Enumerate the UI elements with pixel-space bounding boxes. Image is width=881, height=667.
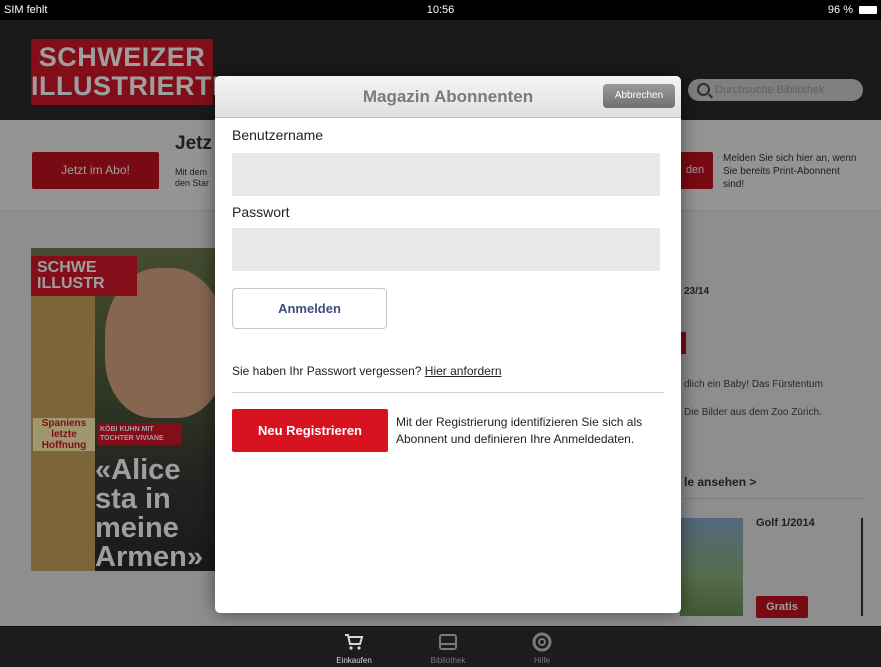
modal-header: Magazin Abonnenten Abbrechen bbox=[215, 76, 681, 118]
battery-percent: 96 % bbox=[827, 4, 853, 16]
clock: 10:56 bbox=[426, 4, 455, 16]
register-button[interactable]: Neu Registrieren bbox=[232, 409, 388, 452]
modal-divider bbox=[232, 392, 664, 393]
login-modal: Magazin Abonnenten Abbrechen Benutzernam… bbox=[215, 76, 681, 613]
forgot-password-text: Sie haben Ihr Passwort vergessen? bbox=[232, 364, 422, 378]
username-field[interactable] bbox=[232, 153, 660, 196]
tab-label: Hilfe bbox=[533, 656, 550, 665]
tab-label: Einkaufen bbox=[336, 656, 372, 665]
password-field[interactable] bbox=[232, 228, 660, 271]
register-text: Mit der Registrierung identifizieren Sie… bbox=[396, 415, 643, 446]
tab-bar: Einkaufen Bibliothek Hilfe bbox=[0, 626, 881, 667]
password-label: Passwort bbox=[232, 204, 290, 220]
tab-bibliothek[interactable]: Bibliothek bbox=[418, 627, 478, 667]
help-icon bbox=[532, 632, 552, 652]
cart-icon bbox=[345, 634, 364, 650]
forgot-password-link[interactable]: Hier anfordern bbox=[425, 364, 502, 378]
status-bar: SIM fehlt 10:56 96 % bbox=[0, 0, 881, 20]
username-label: Benutzername bbox=[232, 127, 324, 143]
library-icon bbox=[439, 634, 457, 650]
tab-hilfe[interactable]: Hilfe bbox=[512, 627, 572, 667]
login-button[interactable]: Anmelden bbox=[232, 288, 387, 329]
cancel-button[interactable]: Abbrechen bbox=[603, 84, 675, 108]
forgot-password-row: Sie haben Ihr Passwort vergessen? Hier a… bbox=[232, 364, 502, 378]
battery-icon bbox=[859, 6, 877, 14]
tab-label: Bibliothek bbox=[430, 656, 466, 665]
tab-einkaufen[interactable]: Einkaufen bbox=[324, 627, 384, 667]
